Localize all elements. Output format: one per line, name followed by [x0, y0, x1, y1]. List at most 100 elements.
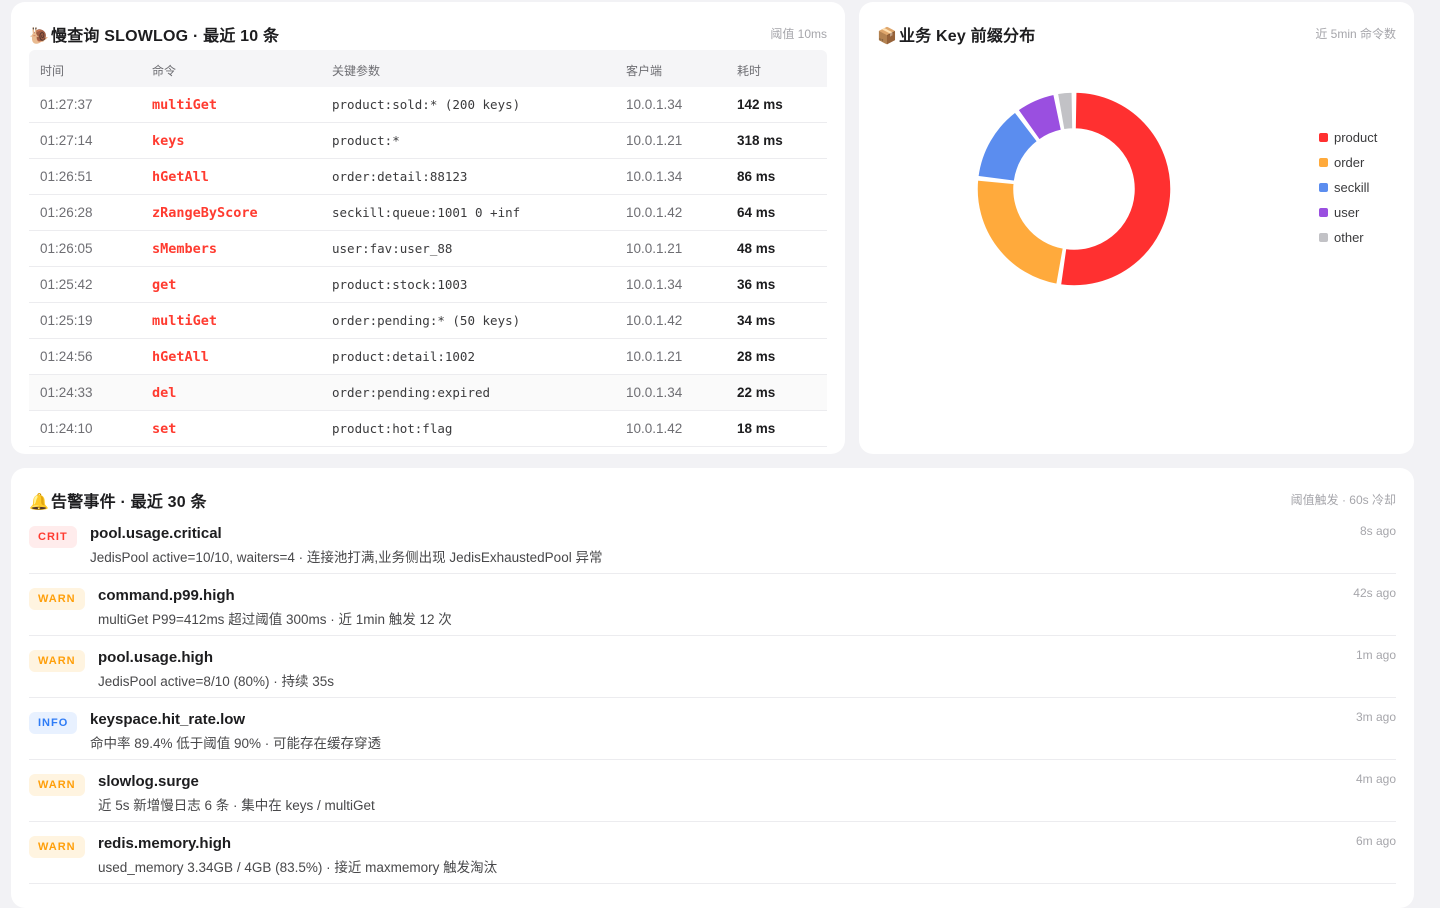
alert-timestamp: 3m ago: [1355, 710, 1396, 724]
table-row[interactable]: 01:26:28 zRangeByScore seckill:queue:1001 …: [29, 195, 827, 231]
cell-duration: 34 ms: [737, 313, 776, 328]
cell-duration: 142 ms: [737, 97, 783, 112]
table-row[interactable]: 01:26:51 hGetAll order:detail:88123 10.0.1.…: [29, 159, 827, 195]
legend-swatch: [1319, 233, 1328, 242]
severity-badge: WARN: [29, 650, 85, 672]
cell-key-args: order:pending:expired: [332, 385, 491, 400]
slowlog-table-header: 时间 命令 关键参数 客户端 耗时: [29, 50, 827, 87]
alert-title: redis.memory.high: [98, 835, 232, 852]
alert-item[interactable]: WARN pool.usage.high JedisPool active=8/10…: [29, 636, 1396, 698]
alert-description: multiGet P99=412ms 超过阈值 300ms · 近 1min 触…: [98, 612, 452, 627]
cell-duration: 86 ms: [737, 169, 776, 184]
cell-duration: 318 ms: [737, 133, 783, 148]
alert-title: keyspace.hit_rate.low: [90, 711, 246, 728]
cell-key-args: user:fav:user_88: [332, 241, 453, 256]
key-prefix-donut-chart: [976, 91, 1172, 287]
cell-client: 10.0.1.21: [626, 241, 683, 256]
cell-key-args: product:stock:1003: [332, 277, 468, 292]
alert-item[interactable]: WARN redis.memory.high used_memory 3.34GB …: [29, 822, 1396, 884]
alerts-meta: 阈值触发 · 60s 冷却: [1290, 493, 1396, 507]
cell-key-args: product:sold:* (200 keys): [332, 97, 521, 112]
cell-time: 01:27:37: [40, 97, 93, 112]
col-header-client[interactable]: 客户端: [626, 62, 662, 79]
cell-command: set: [152, 421, 177, 437]
alert-timestamp: 4m ago: [1355, 772, 1396, 786]
cell-duration: 48 ms: [737, 241, 776, 256]
table-row[interactable]: 01:26:05 sMembers user:fav:user_88 10.0.1.2…: [29, 231, 827, 267]
alerts-card: 🔔 告警事件 · 最近 30 条 阈值触发 · 60s 冷却 CRIT pool.u…: [11, 468, 1414, 908]
alert-item[interactable]: INFO keyspace.hit_rate.low 命中率 89.4% 低于阈值 …: [29, 698, 1396, 760]
table-row[interactable]: 01:25:42 get product:stock:1003 10.0.1.34 36…: [29, 267, 827, 303]
cell-key-args: order:pending:* (50 keys): [332, 313, 521, 328]
severity-badge: INFO: [29, 712, 78, 734]
table-row[interactable]: 01:27:37 multiGet product:sold:* (200 keys…: [29, 87, 827, 123]
alert-description: used_memory 3.34GB / 4GB (83.5%) · 接近 ma…: [98, 860, 498, 875]
table-row[interactable]: 01:24:10 set product:hot:flag 10.0.1.42 18 m…: [29, 411, 827, 447]
key-distribution-meta: 近 5min 命令数: [1315, 27, 1396, 41]
donut-slice-order[interactable]: [976, 179, 1065, 286]
table-row[interactable]: 01:25:19 multiGet order:pending:* (50 keys…: [29, 303, 827, 339]
alerts-title-text: 告警事件 · 最近 30 条: [51, 494, 207, 511]
alert-timestamp: 8s ago: [1359, 524, 1396, 538]
alert-title: pool.usage.critical: [90, 525, 222, 542]
cell-time: 01:25:42: [40, 277, 93, 292]
legend-label: order: [1334, 155, 1365, 170]
cell-command: sMembers: [152, 241, 218, 257]
cell-client: 10.0.1.34: [626, 169, 683, 184]
bell-icon: 🔔: [29, 494, 50, 511]
slowlog-header: 🐌 慢查询 SLOWLOG · 最近 10 条 阈值 10ms: [29, 22, 827, 45]
col-header-time[interactable]: 时间: [40, 62, 64, 79]
alert-description: JedisPool active=8/10 (80%) · 持续 35s: [98, 674, 334, 689]
cell-key-args: seckill:queue:1001 0 +inf: [332, 205, 521, 220]
legend-swatch: [1319, 208, 1328, 217]
alert-title: command.p99.high: [98, 587, 235, 604]
alert-description: 近 5s 新增慢日志 6 条 · 集中在 keys / multiGet: [98, 798, 375, 813]
cell-client: 10.0.1.21: [626, 349, 683, 364]
alert-list: CRIT pool.usage.critical JedisPool active=…: [29, 512, 1396, 884]
alert-description: 命中率 89.4% 低于阈值 90% · 可能存在缓存穿透: [90, 736, 382, 751]
cell-time: 01:26:05: [40, 241, 93, 256]
col-header-command[interactable]: 命令: [152, 62, 176, 79]
legend-label: product: [1334, 130, 1378, 145]
cell-time: 01:27:14: [40, 133, 93, 148]
cell-command: multiGet: [152, 313, 218, 329]
table-row[interactable]: 01:24:33 del order:pending:expired 10.0.1.3…: [29, 375, 827, 411]
col-header-duration[interactable]: 耗时: [737, 62, 761, 79]
alert-description: JedisPool active=10/10, waiters=4 · 连接池打…: [90, 550, 603, 565]
severity-badge: WARN: [29, 588, 85, 610]
alert-item[interactable]: WARN command.p99.high multiGet P99=412ms 超…: [29, 574, 1396, 636]
cell-client: 10.0.1.34: [626, 97, 683, 112]
cell-key-args: order:detail:88123: [332, 169, 468, 184]
alert-timestamp: 42s ago: [1353, 586, 1396, 600]
cell-client: 10.0.1.21: [626, 133, 683, 148]
cell-command: keys: [152, 133, 185, 149]
cell-key-args: product:detail:1002: [332, 349, 475, 364]
alert-item[interactable]: WARN slowlog.surge 近 5s 新增慢日志 6 条 · 集中在 ke…: [29, 760, 1396, 822]
table-row[interactable]: 01:27:14 keys product:* 10.0.1.21 318 ms: [29, 123, 827, 159]
cell-command: hGetAll: [152, 169, 209, 185]
legend-label: user: [1334, 205, 1360, 220]
cell-time: 01:26:51: [40, 169, 93, 184]
cell-client: 10.0.1.34: [626, 385, 683, 400]
donut-slice-product[interactable]: [1059, 91, 1172, 287]
slowlog-threshold: 阈值 10ms: [770, 27, 827, 41]
snail-icon: 🐌: [29, 28, 50, 45]
slowlog-table-body: 01:27:37 multiGet product:sold:* (200 keys…: [29, 87, 827, 447]
cell-command: hGetAll: [152, 349, 209, 365]
key-distribution-card: 📦 业务 Key 前缀分布 近 5min 命令数 product order seck…: [859, 2, 1414, 454]
slowlog-title-text: 慢查询 SLOWLOG · 最近 10 条: [51, 28, 280, 45]
cell-duration: 22 ms: [737, 385, 776, 400]
col-header-key-args[interactable]: 关键参数: [332, 62, 380, 79]
cell-client: 10.0.1.42: [626, 205, 683, 220]
slowlog-card: 🐌 慢查询 SLOWLOG · 最近 10 条 阈值 10ms 时间 命令 关键参…: [11, 2, 845, 454]
alerts-header: 🔔 告警事件 · 最近 30 条 阈值触发 · 60s 冷却: [29, 488, 1396, 511]
cell-key-args: product:*: [332, 133, 400, 148]
cell-time: 01:25:19: [40, 313, 93, 328]
cell-command: multiGet: [152, 97, 218, 113]
cell-key-args: product:hot:flag: [332, 421, 453, 436]
table-row[interactable]: 01:24:56 hGetAll product:detail:1002 10.0.1…: [29, 339, 827, 375]
alert-timestamp: 6m ago: [1355, 834, 1396, 848]
slowlog-title: 🐌 慢查询 SLOWLOG · 最近 10 条: [29, 22, 279, 46]
alert-timestamp: 1m ago: [1355, 648, 1396, 662]
alert-item[interactable]: CRIT pool.usage.critical JedisPool active=…: [29, 512, 1396, 574]
